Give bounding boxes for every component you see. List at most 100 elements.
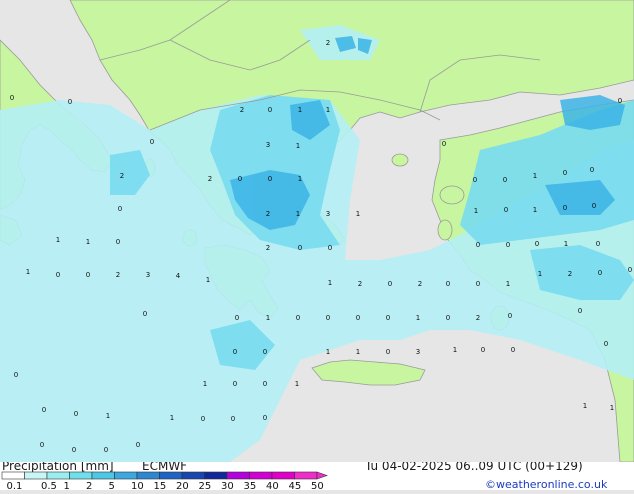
precip-value: 0 bbox=[503, 176, 507, 184]
precip-value: 0 bbox=[473, 176, 477, 184]
legend-tick-label: 0.1 bbox=[7, 481, 23, 490]
precip-value: 0 bbox=[56, 271, 60, 279]
precip-value: 0 bbox=[386, 314, 390, 322]
precip-value: 0 bbox=[508, 312, 512, 320]
precip-value: 0 bbox=[506, 241, 510, 249]
legend-swatch bbox=[46, 471, 70, 480]
precip-value: 2 bbox=[476, 314, 480, 322]
precip-value: 0 bbox=[235, 314, 239, 322]
precip-value: 0 bbox=[481, 346, 485, 354]
precip-value: 2 bbox=[240, 106, 244, 114]
credit-link[interactable]: ©weatheronline.co.uk bbox=[485, 478, 608, 491]
precipitation-map: 0 0 2 0 0 2 0 1 1 2 3 1 2 0 0 1 1 2 3 1 2 0 0 1 1 0 1 0 0 2 3 4 1 1 2 0 2 0 0 1… bbox=[0, 0, 634, 462]
legend-tick-label: 0.5 bbox=[41, 481, 57, 490]
legend-swatch bbox=[136, 471, 160, 480]
precip-value: 0 bbox=[590, 166, 594, 174]
precip-value: 0 bbox=[201, 415, 205, 423]
legend-tick-label: 40 bbox=[266, 481, 279, 490]
legend-tick-label: 30 bbox=[221, 481, 234, 490]
precip-value: 0 bbox=[476, 241, 480, 249]
precip-value: 1 bbox=[474, 207, 478, 215]
precip-value: 0 bbox=[592, 202, 596, 210]
precip-value: 0 bbox=[74, 410, 78, 418]
legend-tick-label: 50 bbox=[311, 481, 324, 490]
precip-value: 0 bbox=[42, 406, 46, 414]
color-legend bbox=[1, 471, 328, 480]
legend-swatch bbox=[91, 471, 115, 480]
precip-value: 1 bbox=[328, 279, 332, 287]
legend-tick-label: 35 bbox=[244, 481, 257, 490]
precip-value: 0 bbox=[263, 414, 267, 422]
precip-value: 0 bbox=[446, 314, 450, 322]
precip-value: 0 bbox=[563, 204, 567, 212]
land-lemnos bbox=[391, 153, 409, 167]
precip-value: 0 bbox=[296, 314, 300, 322]
precip-value: 4 bbox=[176, 272, 181, 280]
precip-value: 0 bbox=[511, 346, 515, 354]
precip-value: 1 bbox=[356, 210, 360, 218]
precip-value: 0 bbox=[356, 314, 360, 322]
precip-value: 1 bbox=[170, 414, 174, 422]
precip-value: 0 bbox=[328, 244, 332, 252]
legend-swatch bbox=[1, 471, 25, 480]
precip-value: 0 bbox=[10, 94, 14, 102]
precip-value: 1 bbox=[106, 412, 110, 420]
legend-swatch bbox=[181, 471, 205, 480]
precip-value: 1 bbox=[506, 280, 510, 288]
precip-value: 0 bbox=[386, 348, 390, 356]
precip-value: 0 bbox=[231, 415, 235, 423]
precip-value: 0 bbox=[14, 371, 18, 379]
legend-swatch bbox=[69, 471, 93, 480]
precip-value: 2 bbox=[208, 175, 212, 183]
precip-value: 0 bbox=[476, 280, 480, 288]
precip-value: 0 bbox=[143, 310, 147, 318]
precip-value: 0 bbox=[504, 206, 508, 214]
legend-tick-label: 1 bbox=[64, 481, 70, 490]
legend-swatch bbox=[24, 471, 48, 480]
precip-value: 3 bbox=[416, 348, 420, 356]
precip-value: 0 bbox=[618, 97, 622, 105]
precip-value: 1 bbox=[298, 175, 302, 183]
precip-value: 1 bbox=[453, 346, 457, 354]
precip-value: 1 bbox=[296, 210, 300, 218]
precip-value: 0 bbox=[68, 98, 72, 106]
precip-value: 2 bbox=[116, 271, 120, 279]
precip-value: 1 bbox=[564, 240, 568, 248]
precip-value: 0 bbox=[535, 240, 539, 248]
precip-value: 3 bbox=[146, 271, 150, 279]
precip-value: 2 bbox=[326, 39, 330, 47]
legend-swatch bbox=[249, 471, 273, 480]
precip-value: 0 bbox=[40, 441, 44, 449]
precip-value: 0 bbox=[442, 140, 446, 148]
land-lesbos bbox=[439, 185, 465, 205]
precip-value: 1 bbox=[538, 270, 542, 278]
legend-arrow bbox=[316, 471, 328, 480]
precip-value: 1 bbox=[206, 276, 210, 284]
precip-value: 1 bbox=[533, 206, 537, 214]
precip-value: 1 bbox=[326, 348, 330, 356]
precip-value: 0 bbox=[263, 348, 267, 356]
precip-value: 1 bbox=[326, 106, 330, 114]
legend-tick-label: 15 bbox=[154, 481, 167, 490]
precip-value: 1 bbox=[533, 172, 537, 180]
precip-value: 0 bbox=[116, 238, 120, 246]
precip-value: 2 bbox=[358, 280, 362, 288]
precip-value: 1 bbox=[56, 236, 60, 244]
precip-value: 2 bbox=[568, 270, 572, 278]
precip-value: 0 bbox=[326, 314, 330, 322]
precip-value: 0 bbox=[596, 240, 600, 248]
precip-value: 0 bbox=[446, 280, 450, 288]
legend-swatch bbox=[226, 471, 250, 480]
precip-value: 1 bbox=[610, 404, 614, 412]
precip-value: 0 bbox=[233, 348, 237, 356]
legend-swatch bbox=[159, 471, 183, 480]
legend-swatch bbox=[271, 471, 295, 480]
precip-value: 0 bbox=[86, 271, 90, 279]
precip-value: 1 bbox=[583, 402, 587, 410]
precip-value: 0 bbox=[150, 138, 154, 146]
precip-value: 0 bbox=[118, 205, 122, 213]
precip-value: 0 bbox=[72, 446, 76, 454]
precip-value: 1 bbox=[26, 268, 30, 276]
footer-svg: Precipitation [mm] ECMWF Tu 04-02-2025 0… bbox=[1, 459, 608, 492]
precip-value: 1 bbox=[296, 142, 300, 150]
